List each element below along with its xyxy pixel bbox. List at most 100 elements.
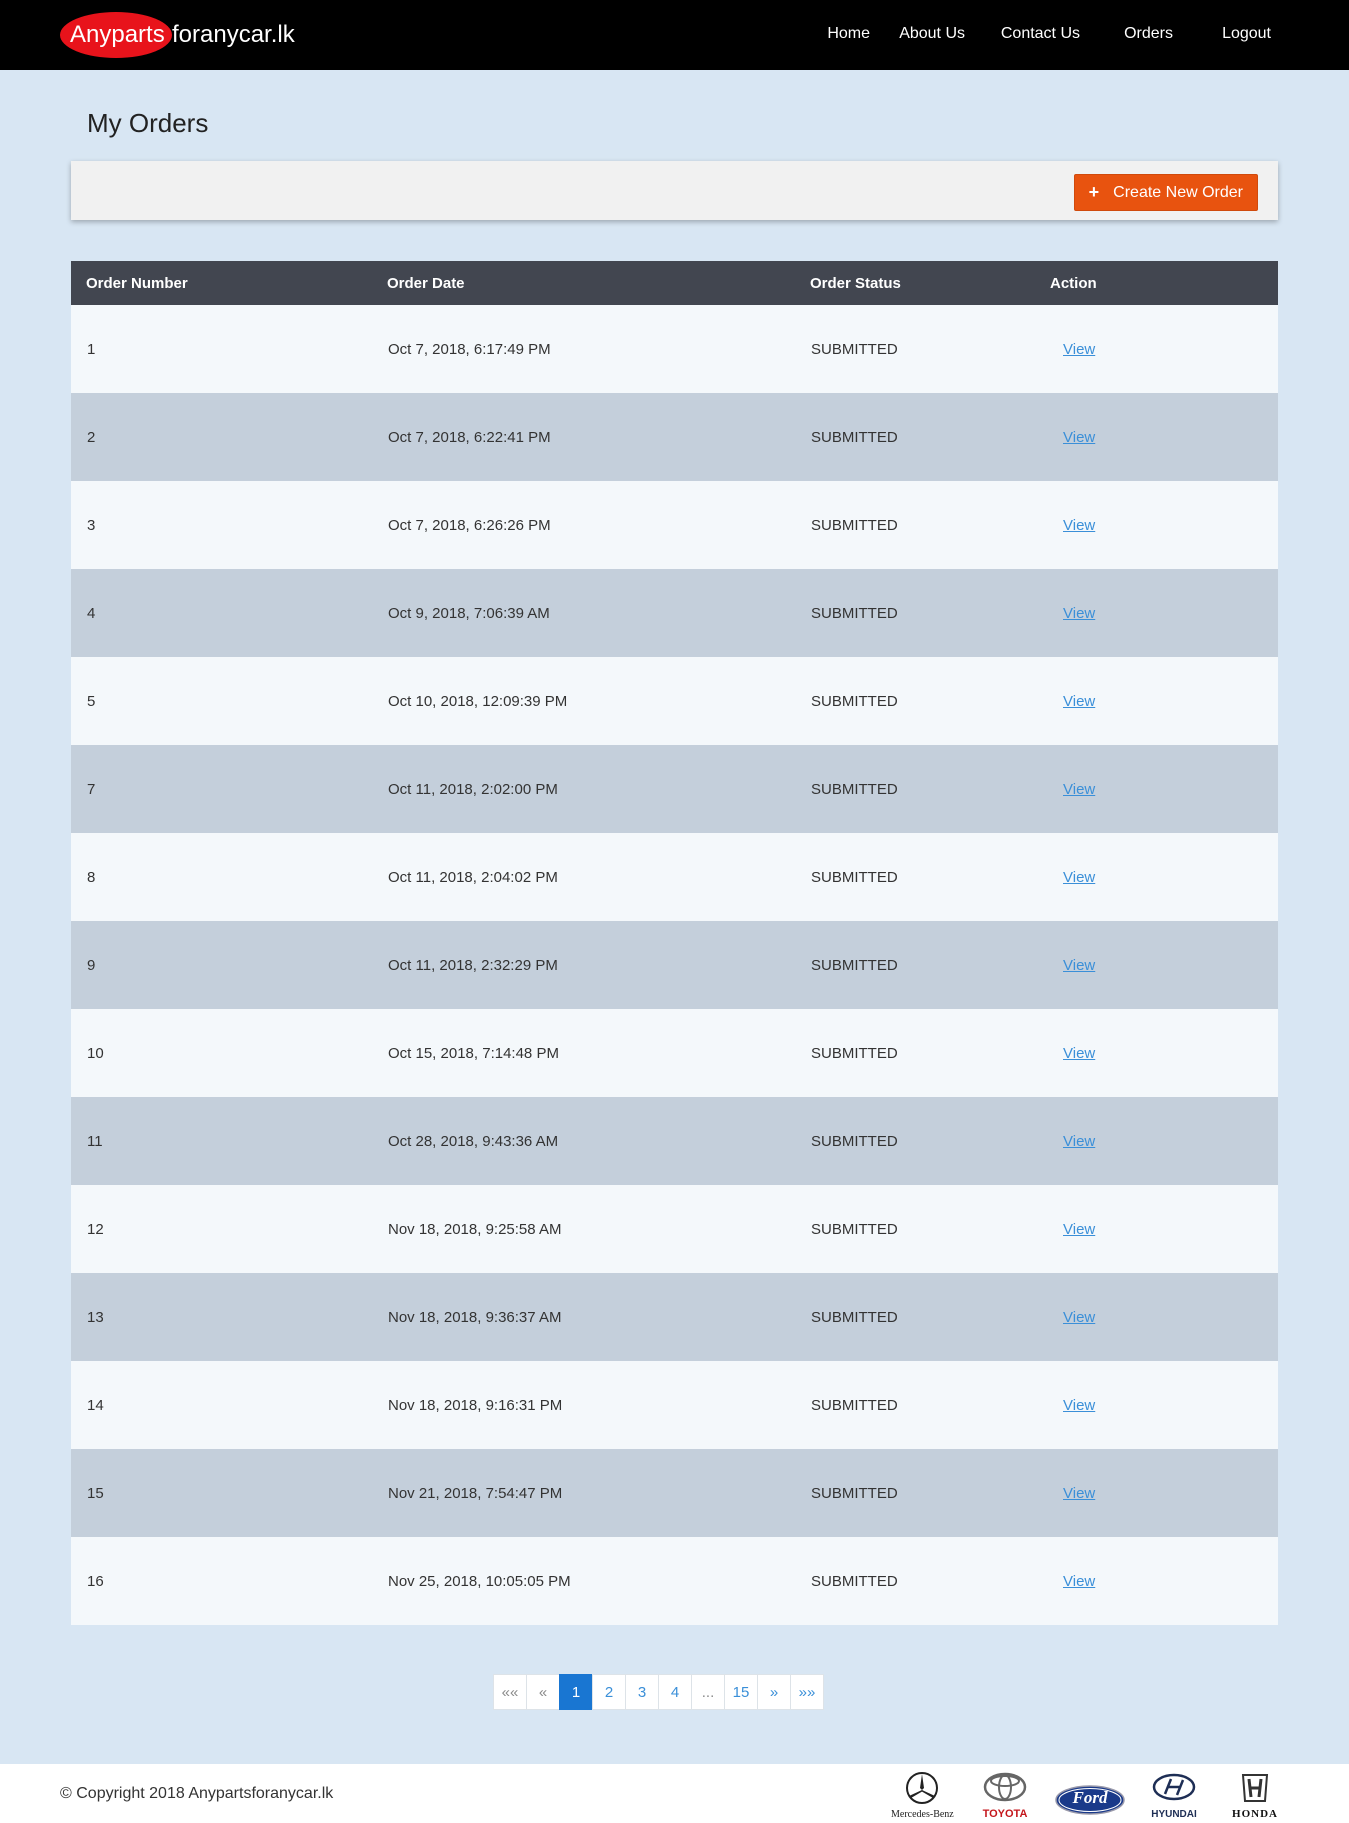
pagination-page-15[interactable]: 15 xyxy=(724,1674,758,1710)
view-order-link[interactable]: View xyxy=(1063,1133,1095,1150)
table-row: 9 Oct 11, 2018, 2:32:29 PM SUBMITTED View xyxy=(71,921,1278,1009)
column-header-action: Action xyxy=(1035,261,1278,305)
nav-item-logout[interactable]: Logout xyxy=(1222,25,1271,43)
view-order-link[interactable]: View xyxy=(1063,1309,1095,1326)
orders-table-body: 1 Oct 7, 2018, 6:17:49 PM SUBMITTED View 2 Oc… xyxy=(71,305,1278,1625)
order-status-cell: SUBMITTED xyxy=(811,956,898,974)
mercedes-benz-logo: Mercedes-Benz xyxy=(891,1770,954,1820)
column-header-order-status: Order Status xyxy=(795,261,1035,305)
table-header-row: Order Number Order Date Order Status Act… xyxy=(71,261,1278,305)
action-cell: View xyxy=(1035,1185,1278,1273)
honda-logo: HONDA xyxy=(1224,1770,1286,1820)
pagination-ellipsis[interactable]: ... xyxy=(691,1674,725,1710)
pagination-page-1[interactable]: 1 xyxy=(559,1674,593,1710)
pagination-last[interactable]: »» xyxy=(790,1674,824,1710)
order-date-cell: Nov 25, 2018, 10:05:05 PM xyxy=(388,1572,571,1590)
column-header-order-number: Order Number xyxy=(71,261,372,305)
pagination-prev[interactable]: « xyxy=(526,1674,560,1710)
order-date-cell: Oct 7, 2018, 6:22:41 PM xyxy=(388,428,551,446)
order-status-cell: SUBMITTED xyxy=(811,1396,898,1414)
order-date-cell: Oct 11, 2018, 2:32:29 PM xyxy=(388,956,558,974)
nav-item-contact-us[interactable]: Contact Us xyxy=(1001,25,1080,43)
action-cell: View xyxy=(1035,1537,1278,1625)
action-cell: View xyxy=(1035,1449,1278,1537)
view-order-link[interactable]: View xyxy=(1063,869,1095,886)
pagination-page-4[interactable]: 4 xyxy=(658,1674,692,1710)
create-new-order-label: Create New Order xyxy=(1113,183,1243,201)
column-header-order-date: Order Date xyxy=(372,261,795,305)
view-order-link[interactable]: View xyxy=(1063,781,1095,798)
action-cell: View xyxy=(1035,481,1278,569)
action-cell: View xyxy=(1035,745,1278,833)
order-number-cell: 5 xyxy=(87,692,96,710)
view-order-link[interactable]: View xyxy=(1063,1221,1095,1238)
pagination-page-2[interactable]: 2 xyxy=(592,1674,626,1710)
table-row: 15 Nov 21, 2018, 7:54:47 PM SUBMITTED View xyxy=(71,1449,1278,1537)
order-status-cell: SUBMITTED xyxy=(811,692,898,710)
view-order-link[interactable]: View xyxy=(1063,957,1095,974)
mercedes-benz-label: Mercedes-Benz xyxy=(891,1809,954,1820)
view-order-link[interactable]: View xyxy=(1063,1397,1095,1414)
order-date-cell: Nov 21, 2018, 7:54:47 PM xyxy=(388,1484,563,1502)
create-new-order-button[interactable]: + Create New Order xyxy=(1073,174,1258,211)
view-order-link[interactable]: View xyxy=(1063,693,1095,710)
pagination-page-3[interactable]: 3 xyxy=(625,1674,659,1710)
pagination-next[interactable]: » xyxy=(757,1674,791,1710)
top-navbar: Anyparts foranycar.lk Home About Us Cont… xyxy=(0,0,1349,70)
action-cell: View xyxy=(1035,1361,1278,1449)
order-number-cell: 13 xyxy=(87,1308,104,1326)
order-date-cell: Nov 18, 2018, 9:16:31 PM xyxy=(388,1396,563,1414)
order-date-cell: Oct 9, 2018, 7:06:39 AM xyxy=(388,604,550,622)
view-order-link[interactable]: View xyxy=(1063,517,1095,534)
action-cell: View xyxy=(1035,1097,1278,1185)
pagination-first[interactable]: «« xyxy=(493,1674,527,1710)
order-date-cell: Oct 15, 2018, 7:14:48 PM xyxy=(388,1044,559,1062)
toyota-label: TOYOTA xyxy=(982,1808,1028,1820)
logo-text-anyparts: Anyparts xyxy=(70,21,165,48)
view-order-link[interactable]: View xyxy=(1063,429,1095,446)
action-cell: View xyxy=(1035,1009,1278,1097)
table-row: 14 Nov 18, 2018, 9:16:31 PM SUBMITTED View xyxy=(71,1361,1278,1449)
table-row: 11 Oct 28, 2018, 9:43:36 AM SUBMITTED View xyxy=(71,1097,1278,1185)
order-number-cell: 4 xyxy=(87,604,96,622)
order-number-cell: 9 xyxy=(87,956,96,974)
view-order-link[interactable]: View xyxy=(1063,1573,1095,1590)
view-order-link[interactable]: View xyxy=(1063,1045,1095,1062)
table-row: 13 Nov 18, 2018, 9:36:37 AM SUBMITTED View xyxy=(71,1273,1278,1361)
view-order-link[interactable]: View xyxy=(1063,341,1095,358)
nav-item-about-us[interactable]: About Us xyxy=(899,25,965,43)
hyundai-logo: HYUNDAI xyxy=(1143,1770,1205,1820)
table-row: 4 Oct 9, 2018, 7:06:39 AM SUBMITTED View xyxy=(71,569,1278,657)
order-number-cell: 10 xyxy=(87,1044,104,1062)
nav-item-home[interactable]: Home xyxy=(827,25,870,43)
order-number-cell: 1 xyxy=(87,340,96,358)
table-row: 8 Oct 11, 2018, 2:04:02 PM SUBMITTED View xyxy=(71,833,1278,921)
order-date-cell: Oct 10, 2018, 12:09:39 PM xyxy=(388,692,568,710)
orders-table: Order Number Order Date Order Status Act… xyxy=(71,261,1278,1625)
logo-text-domain: foranycar.lk xyxy=(172,21,295,48)
order-number-cell: 3 xyxy=(87,516,96,534)
toyota-logo: TOYOTA xyxy=(974,1770,1036,1820)
order-status-cell: SUBMITTED xyxy=(811,1484,898,1502)
page-title: My Orders xyxy=(87,108,209,138)
ford-logo: Ford xyxy=(1054,1770,1126,1820)
view-order-link[interactable]: View xyxy=(1063,605,1095,622)
order-status-cell: SUBMITTED xyxy=(811,1132,898,1150)
order-number-cell: 2 xyxy=(87,428,96,446)
order-number-cell: 11 xyxy=(87,1132,103,1150)
order-status-cell: SUBMITTED xyxy=(811,1044,898,1062)
order-number-cell: 7 xyxy=(87,780,96,798)
orders-toolbar: + Create New Order xyxy=(71,161,1278,220)
order-number-cell: 15 xyxy=(87,1484,104,1502)
table-row: 10 Oct 15, 2018, 7:14:48 PM SUBMITTED View xyxy=(71,1009,1278,1097)
order-number-cell: 16 xyxy=(87,1572,104,1590)
order-status-cell: SUBMITTED xyxy=(811,604,898,622)
view-order-link[interactable]: View xyxy=(1063,1485,1095,1502)
order-status-cell: SUBMITTED xyxy=(811,516,898,534)
honda-label: HONDA xyxy=(1232,1808,1278,1820)
action-cell: View xyxy=(1035,657,1278,745)
order-number-cell: 12 xyxy=(87,1220,104,1238)
action-cell: View xyxy=(1035,305,1278,393)
order-number-cell: 14 xyxy=(87,1396,104,1414)
nav-item-orders[interactable]: Orders xyxy=(1124,25,1173,43)
